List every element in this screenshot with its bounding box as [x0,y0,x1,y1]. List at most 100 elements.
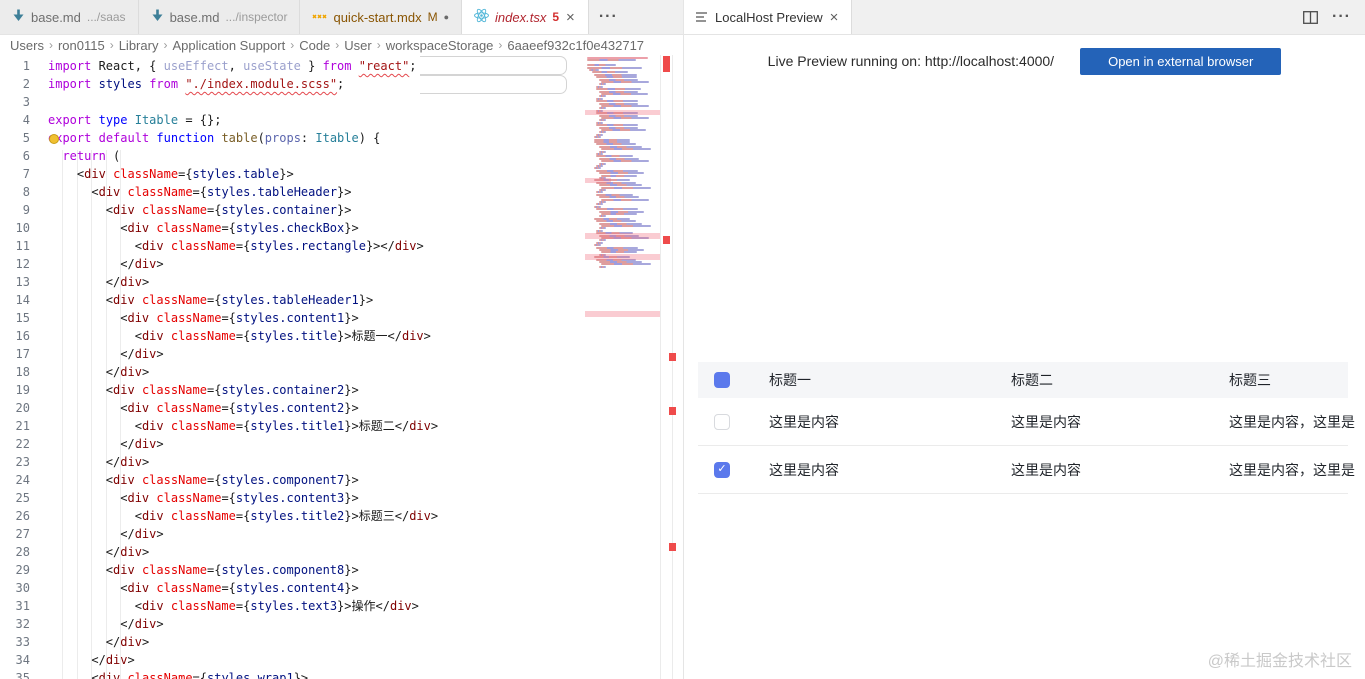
tab-base-md[interactable]: base.md .../inspector [138,0,301,34]
line-number: 6 [22,149,30,163]
checkbox-unchecked[interactable] [714,413,730,430]
editor-group-right: LocalHost Preview × ··· Live Preview run… [683,0,1365,679]
code-text: </div> [105,365,150,379]
markdown-icon [12,9,25,25]
breadcrumb-item[interactable]: User [344,38,371,53]
minimap-highlight-band [585,178,611,183]
code-text: import styles from "./index.module.scss"… [48,77,345,91]
line-number: 23 [15,455,30,469]
code-line: 33 </div> [0,633,585,651]
code-text: <div className={styles.title1}>标题二</div> [134,419,439,433]
code-text: <div className={styles.tableHeader1}> [105,293,374,307]
minimap-line [600,160,649,163]
table-row[interactable]: 这里是内容 这里是内容 这里是内容，这里是内容 [698,398,1355,446]
code-editor[interactable]: 1 import React, { useEffect, useState } f… [0,55,683,679]
tab-index-tsx[interactable]: index.tsx 5 × [462,0,589,34]
code-line: 30 <div className={styles.content4}> [0,579,585,597]
breadcrumb-item[interactable]: Code [299,38,330,53]
more-actions-icon[interactable]: ··· [1332,8,1351,26]
minimap-line [596,220,636,223]
minimap[interactable] [585,57,660,679]
breadcrumb-item[interactable]: Users [10,38,44,53]
code-text: <div className={styles.content1}> [120,311,359,325]
minimap-highlight-band [585,233,660,239]
line-number: 16 [15,329,30,343]
code-text: <div className={styles.checkBox}> [120,221,359,235]
column-header: 标题二 [1011,372,1053,388]
table-row[interactable]: ✓ 这里是内容 这里是内容 这里是内容，这里是内容 [698,446,1355,494]
breadcrumb-separator: › [163,38,168,52]
line-number: 35 [15,671,30,679]
live-preview-status: Live Preview running on: http://localhos… [767,53,1055,69]
code-line: 10 <div className={styles.checkBox}> [0,219,585,237]
open-external-browser-button[interactable]: Open in external browser [1080,47,1282,75]
checkbox-checked[interactable]: ✓ [714,461,730,478]
close-icon[interactable]: × [829,9,840,26]
code-text: <div className={styles.content2}> [120,401,359,415]
tab-quick-start-mdx[interactable]: quick-start.mdx M ● [300,0,463,34]
inline-widget-top [420,56,567,75]
breadcrumb-item[interactable]: workspaceStorage [386,38,494,53]
code-text: <div className={styles.wrap1}> [91,671,309,679]
minimap-border [660,55,661,679]
split-editor-icon[interactable] [1303,10,1318,24]
code-text: </div> [105,635,150,649]
inline-widget-bottom [420,75,567,94]
line-number: 1 [22,59,30,73]
minimap-line [600,105,649,107]
close-icon[interactable]: × [565,9,576,26]
minimap-line [600,213,637,215]
breadcrumb-item[interactable]: 6aaeef932c1f0e432717 [507,38,644,53]
minimap-line [600,93,648,95]
line-number: 32 [15,617,30,631]
table-row[interactable]: 标题一 标题二 标题三 [698,362,1348,398]
breadcrumb-item[interactable]: Library [119,38,159,53]
code-line: 32 </div> [0,615,585,633]
line-number: 26 [15,509,30,523]
tab-badge: 5 [552,10,560,24]
minimap-line [596,76,637,79]
minimap-line [600,198,649,201]
tab-label: quick-start.mdx [333,9,422,25]
code-line: 20 <div className={styles.content2}> [0,399,585,417]
line-number: 2 [22,77,30,91]
code-line: 28 </div> [0,543,585,561]
breadcrumb-separator: › [48,38,53,52]
line-number: 9 [22,203,30,217]
minimap-line [587,59,637,62]
code-line: 34 </div> [0,651,585,669]
breadcrumb-item[interactable]: Application Support [172,38,285,53]
table-cell: 这里是内容 [1011,461,1081,478]
minimap-line [600,148,652,151]
overview-ruler-border [672,55,673,679]
minimap-line [600,81,649,83]
code-text: </div> [105,545,150,559]
checkbox-cell: ✓ [714,461,730,478]
breadcrumb-item[interactable]: ron0115 [58,38,105,53]
code-text: <div className={styles.component7}> [105,473,359,487]
code-line: 25 <div className={styles.content3}> [0,489,585,507]
code-line: 31 <div className={styles.text3}>操作</div… [0,597,585,615]
code-text: export type Itable = {}; [48,113,222,127]
code-lines: 1 import React, { useEffect, useState } f… [0,57,585,679]
line-number: 30 [15,581,30,595]
code-line: 9 <div className={styles.container}> [0,201,585,219]
error-marker [663,56,670,72]
dirty-indicator-icon[interactable]: ● [444,12,449,22]
code-line: 18 </div> [0,363,585,381]
code-text: <div className={styles.title}>标题一</div> [134,329,431,343]
checkbox-filled[interactable] [714,372,730,388]
minimap-line [587,64,616,67]
code-line: 14 <div className={styles.tableHeader1}> [0,291,585,309]
editor-group-left: base.md .../saas base.md .../inspector quick… [0,0,683,679]
minimap-line [596,88,641,91]
more-tabs-icon[interactable]: ··· [589,0,628,34]
table-cell: 这里是内容，这里是内容 [1229,413,1355,430]
tab-localhost-preview[interactable]: LocalHost Preview × [684,0,853,34]
code-line: 15 <div className={styles.content1}> [0,309,585,327]
tab-base-md[interactable]: base.md .../saas [0,0,139,34]
line-number: 29 [15,563,30,577]
line-number: 19 [15,383,30,397]
code-text: </div> [120,527,164,541]
lightbulb-icon[interactable] [49,134,59,144]
